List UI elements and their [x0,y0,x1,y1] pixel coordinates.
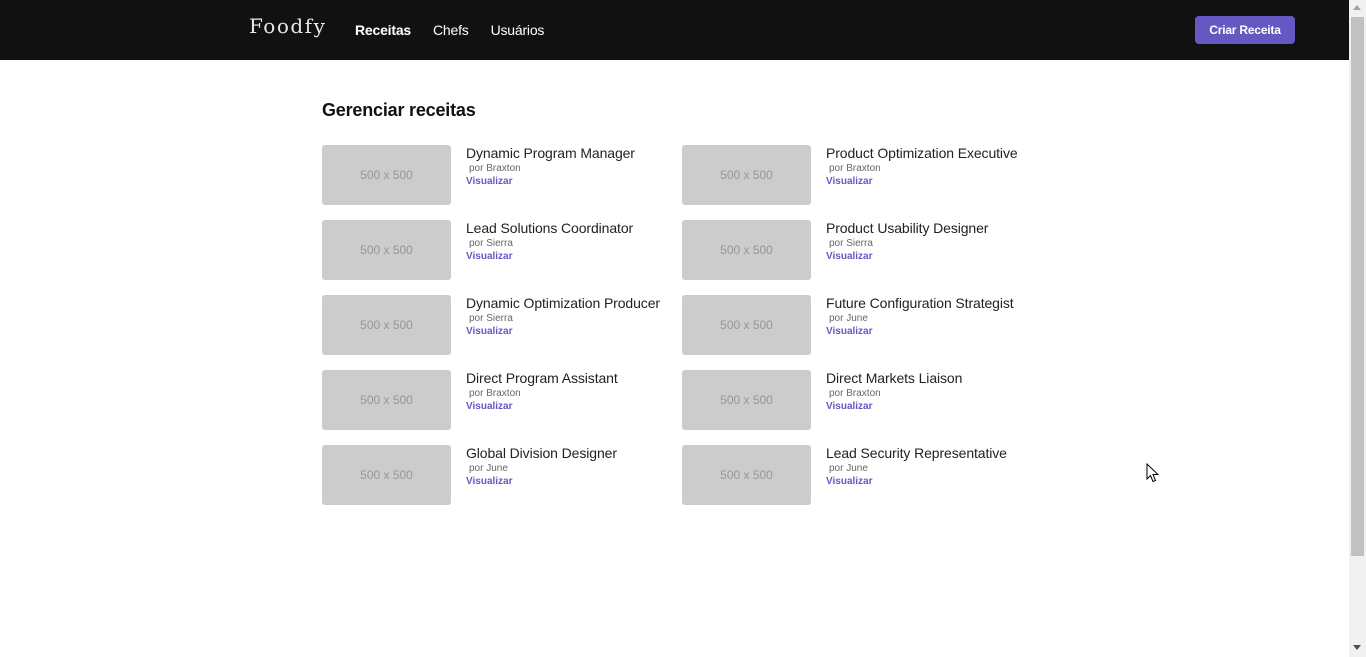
recipe-image-placeholder: 500 x 500 [682,220,811,280]
recipe-info: Dynamic Program Manager por Braxton Visu… [466,145,635,189]
view-recipe-link[interactable]: Visualizar [466,400,618,414]
recipe-title: Product Optimization Executive [826,145,1018,161]
page: Foodfy Receitas Chefs Usuários Criar Rec… [0,0,1349,657]
view-recipe-link[interactable]: Visualizar [826,250,988,264]
nav-link-receitas[interactable]: Receitas [355,21,411,39]
nav-link-usuarios[interactable]: Usuários [491,21,545,39]
logo[interactable]: Foodfy [249,14,326,38]
view-recipe-link[interactable]: Visualizar [466,475,617,489]
recipe-info: Direct Program Assistant por Braxton Vis… [466,370,618,414]
recipe-card: 500 x 500 Dynamic Optimization Producer … [322,295,682,370]
page-title: Gerenciar receitas [322,100,476,120]
recipe-author: por Sierra [469,238,513,249]
vertical-scrollbar[interactable] [1349,0,1366,657]
recipe-list: 500 x 500 Dynamic Program Manager por Br… [322,145,1042,520]
view-recipe-link[interactable]: Visualizar [466,325,660,339]
recipe-title: Lead Solutions Coordinator [466,220,634,236]
recipe-image-placeholder: 500 x 500 [682,145,811,205]
recipe-info: Global Division Designer por June Visual… [466,445,617,489]
recipe-author: por Sierra [829,238,873,249]
recipe-title: Direct Markets Liaison [826,370,963,386]
top-navbar: Foodfy Receitas Chefs Usuários Criar Rec… [0,0,1349,60]
scroll-up-arrow-icon[interactable] [1353,5,1361,10]
recipe-image-placeholder: 500 x 500 [322,370,451,430]
recipe-author: por June [829,463,868,474]
recipe-info: Direct Markets Liaison por Braxton Visua… [826,370,962,414]
recipe-author: por June [469,463,508,474]
recipe-title: Future Configuration Strategist [826,295,1014,311]
recipe-author: por June [829,313,868,324]
recipe-image-placeholder: 500 x 500 [322,445,451,505]
recipe-card: 500 x 500 Product Optimization Executive… [682,145,1042,220]
scrollbar-thumb[interactable] [1351,17,1364,556]
recipe-image-placeholder: 500 x 500 [322,220,451,280]
recipe-card: 500 x 500 Lead Solutions Coordinator por… [322,220,682,295]
view-recipe-link[interactable]: Visualizar [466,250,633,264]
recipe-title: Dynamic Program Manager [466,145,635,161]
nav-link-chefs[interactable]: Chefs [433,21,469,39]
recipe-image-placeholder: 500 x 500 [682,445,811,505]
view-recipe-link[interactable]: Visualizar [826,400,962,414]
recipe-card: 500 x 500 Direct Markets Liaison por Bra… [682,370,1042,445]
recipe-author: por Braxton [469,163,521,174]
scroll-down-arrow-icon[interactable] [1353,645,1361,650]
recipe-image-placeholder: 500 x 500 [682,295,811,355]
recipe-image-placeholder: 500 x 500 [322,295,451,355]
recipe-image-placeholder: 500 x 500 [322,145,451,205]
recipe-card: 500 x 500 Future Configuration Strategis… [682,295,1042,370]
mouse-pointer-icon [1146,463,1160,483]
recipe-title: Lead Security Representative [826,445,1007,461]
main-nav: Receitas Chefs Usuários [355,21,566,39]
recipe-author: por Braxton [829,388,881,399]
recipe-info: Lead Security Representative por June Vi… [826,445,1007,489]
recipe-card: 500 x 500 Dynamic Program Manager por Br… [322,145,682,220]
recipe-info: Product Optimization Executive por Braxt… [826,145,1018,189]
recipe-info: Lead Solutions Coordinator por Sierra Vi… [466,220,633,264]
recipe-info: Dynamic Optimization Producer por Sierra… [466,295,660,339]
recipe-card: 500 x 500 Direct Program Assistant por B… [322,370,682,445]
recipe-card: 500 x 500 Lead Security Representative p… [682,445,1042,520]
view-recipe-link[interactable]: Visualizar [826,325,1014,339]
recipe-title: Global Division Designer [466,445,617,461]
recipe-author: por Sierra [469,313,513,324]
create-recipe-button[interactable]: Criar Receita [1195,16,1295,44]
recipe-title: Dynamic Optimization Producer [466,295,660,311]
recipe-image-placeholder: 500 x 500 [682,370,811,430]
recipe-author: por Braxton [829,163,881,174]
view-recipe-link[interactable]: Visualizar [826,475,1007,489]
recipe-card: 500 x 500 Global Division Designer por J… [322,445,682,520]
recipe-info: Future Configuration Strategist por June… [826,295,1014,339]
view-recipe-link[interactable]: Visualizar [466,175,635,189]
recipe-title: Direct Program Assistant [466,370,618,386]
view-recipe-link[interactable]: Visualizar [826,175,1018,189]
recipe-author: por Braxton [469,388,521,399]
recipe-card: 500 x 500 Product Usability Designer por… [682,220,1042,295]
recipe-info: Product Usability Designer por Sierra Vi… [826,220,988,264]
recipe-title: Product Usability Designer [826,220,989,236]
